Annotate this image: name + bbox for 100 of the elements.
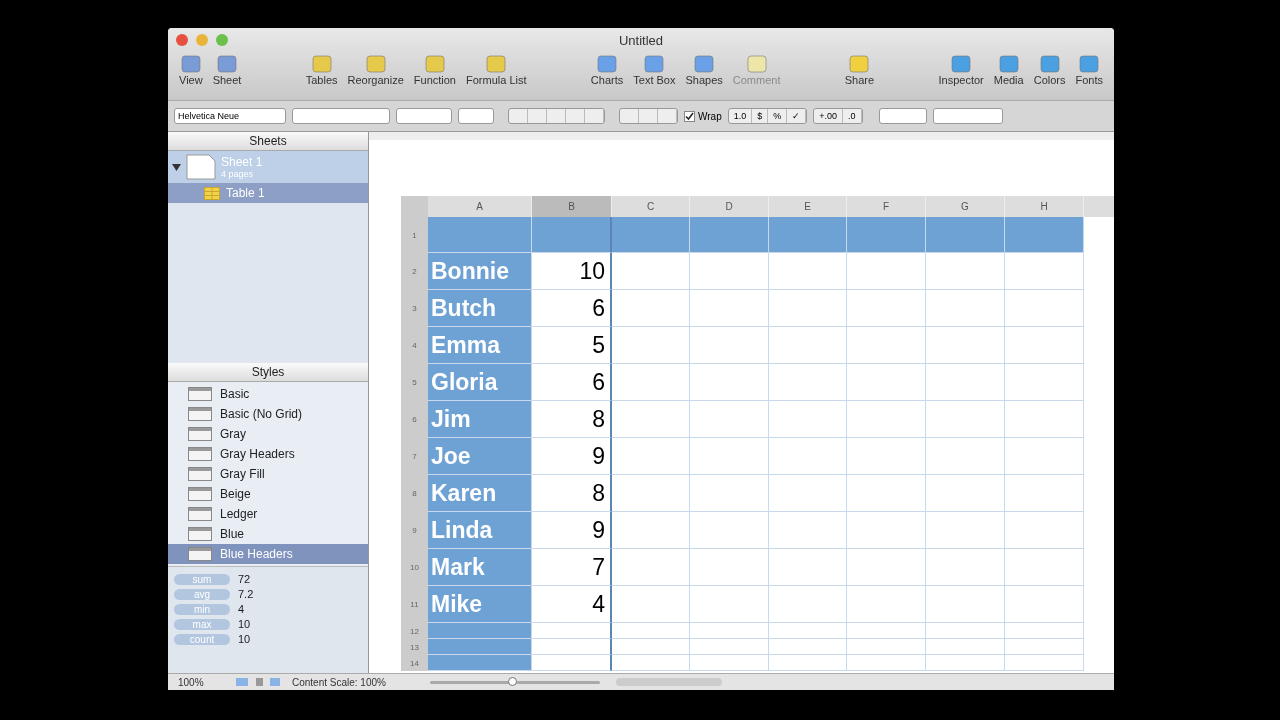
toolbar-button[interactable]: Fonts xyxy=(1072,52,1106,88)
line-style-dropdown[interactable] xyxy=(932,108,1003,124)
tool-icon xyxy=(423,54,446,74)
page-icon xyxy=(185,153,217,181)
toolbar-button[interactable]: Reorganize xyxy=(344,52,407,88)
row-header[interactable]: 8 xyxy=(401,475,428,512)
table-style-icon xyxy=(188,407,212,421)
toolbar-button[interactable]: Share xyxy=(841,52,878,88)
toolbar-button[interactable]: Inspector xyxy=(935,52,987,88)
close-button[interactable] xyxy=(176,34,188,46)
font-dropdown[interactable]: Helvetica Neue xyxy=(174,108,286,124)
stat-value: 10 xyxy=(238,633,251,645)
format-button[interactable]: ✓ xyxy=(787,109,807,123)
tool-icon xyxy=(310,54,333,74)
style-item[interactable]: Gray Fill xyxy=(168,464,368,484)
tool-icon xyxy=(179,54,202,74)
toolbar-button[interactable]: Sheet xyxy=(209,52,245,88)
content-scale-label: Content Scale: 100% xyxy=(292,676,387,688)
color-well[interactable] xyxy=(458,108,494,124)
stat-label: min xyxy=(174,603,230,615)
tool-icon xyxy=(1038,54,1061,74)
table-style-icon xyxy=(188,387,212,401)
stat-label: count xyxy=(174,633,230,645)
row-header[interactable]: 4 xyxy=(401,327,428,364)
sheet-name: Sheet 1 xyxy=(221,155,263,169)
table-style-icon xyxy=(188,467,212,481)
toolbar-button[interactable]: Text Box xyxy=(630,52,679,88)
table-style-icon xyxy=(188,487,212,501)
row-header[interactable]: 7 xyxy=(401,438,428,475)
disclosure-triangle-icon[interactable] xyxy=(172,162,181,172)
table-cell: Butch xyxy=(428,290,532,327)
table-style-icon xyxy=(188,547,212,561)
stat-label: sum xyxy=(174,573,230,585)
table-cell: Bonnie xyxy=(428,253,532,290)
format-button[interactable]: $ xyxy=(752,109,769,123)
decimal-button[interactable]: .0 xyxy=(843,109,862,123)
row-header[interactable]: 5 xyxy=(401,364,428,401)
table-cell: 10 xyxy=(532,253,612,290)
slider-thumb[interactable] xyxy=(508,676,518,686)
style-item[interactable]: Gray Headers xyxy=(168,444,368,464)
table-cell: 6 xyxy=(532,364,612,401)
table-cell: Emma xyxy=(428,327,532,364)
table-cell: Joe xyxy=(428,438,532,475)
row-header[interactable]: 2 xyxy=(401,253,428,290)
row-header[interactable]: 11 xyxy=(401,586,428,623)
style-item[interactable]: Beige xyxy=(168,484,368,504)
toolbar-button[interactable]: Tables xyxy=(302,52,341,88)
toolbar-button[interactable]: Colors xyxy=(1030,52,1069,88)
toolbar-button[interactable]: Shapes xyxy=(682,52,726,88)
wrap-checkbox[interactable] xyxy=(684,110,695,122)
zoom-dropdown[interactable]: 100% xyxy=(178,676,226,688)
stat-value: 4 xyxy=(238,603,245,615)
decimal-button[interactable]: +.00 xyxy=(814,109,844,123)
style-item[interactable]: Basic xyxy=(168,384,368,404)
table-cell: Mike xyxy=(428,586,532,623)
toolbar-button[interactable]: Function xyxy=(410,52,459,88)
typeface-dropdown[interactable] xyxy=(292,108,390,124)
format-button[interactable]: 1.0 xyxy=(728,109,753,123)
toolbar-button[interactable]: Formula List xyxy=(463,52,530,88)
row-header[interactable]: 6 xyxy=(401,401,428,438)
scale-slider[interactable] xyxy=(430,680,600,684)
style-item[interactable]: Gray xyxy=(168,424,368,444)
style-item[interactable]: Basic (No Grid) xyxy=(168,404,368,424)
size-dropdown[interactable] xyxy=(396,108,452,124)
table-cell: Jim xyxy=(428,401,532,438)
table-style-icon xyxy=(188,427,212,441)
page-count: 4 pages xyxy=(221,169,255,179)
column-header[interactable]: B xyxy=(532,196,612,217)
alignment-buttons[interactable] xyxy=(508,108,605,124)
toolbar-button[interactable]: Charts xyxy=(587,52,627,88)
border-dropdown[interactable] xyxy=(878,108,927,124)
stat-value: 72 xyxy=(238,573,251,585)
zoom-button[interactable] xyxy=(216,34,228,46)
tool-icon xyxy=(485,54,508,74)
row-header[interactable]: 1 xyxy=(401,217,428,253)
table-cell: 8 xyxy=(532,475,612,512)
table-icon xyxy=(204,186,220,200)
style-item[interactable]: Ledger xyxy=(168,504,368,524)
row-header[interactable]: 3 xyxy=(401,290,428,327)
stat-label: max xyxy=(174,618,230,630)
vertical-alignment-buttons[interactable] xyxy=(619,108,678,124)
tool-icon xyxy=(950,54,973,74)
horizontal-scrollbar[interactable] xyxy=(616,678,722,686)
panel-header: Sheets xyxy=(168,132,368,151)
table-cell: 9 xyxy=(532,512,612,549)
tool-icon xyxy=(848,54,871,74)
minimize-button[interactable] xyxy=(196,34,208,46)
row-header[interactable]: 12 xyxy=(401,623,428,639)
toolbar-button[interactable]: Media xyxy=(990,52,1027,88)
table-cell: Mark xyxy=(428,549,532,586)
tool-icon xyxy=(596,54,619,74)
row-header[interactable]: 14 xyxy=(401,655,428,671)
stat-value: 7.2 xyxy=(238,588,254,600)
style-item[interactable]: Blue xyxy=(168,524,368,544)
row-header[interactable]: 9 xyxy=(401,512,428,549)
row-header[interactable]: 10 xyxy=(401,549,428,586)
format-button[interactable]: % xyxy=(768,109,788,123)
toolbar-button[interactable]: View xyxy=(176,52,206,88)
tool-icon xyxy=(364,54,387,74)
row-header[interactable]: 13 xyxy=(401,639,428,655)
